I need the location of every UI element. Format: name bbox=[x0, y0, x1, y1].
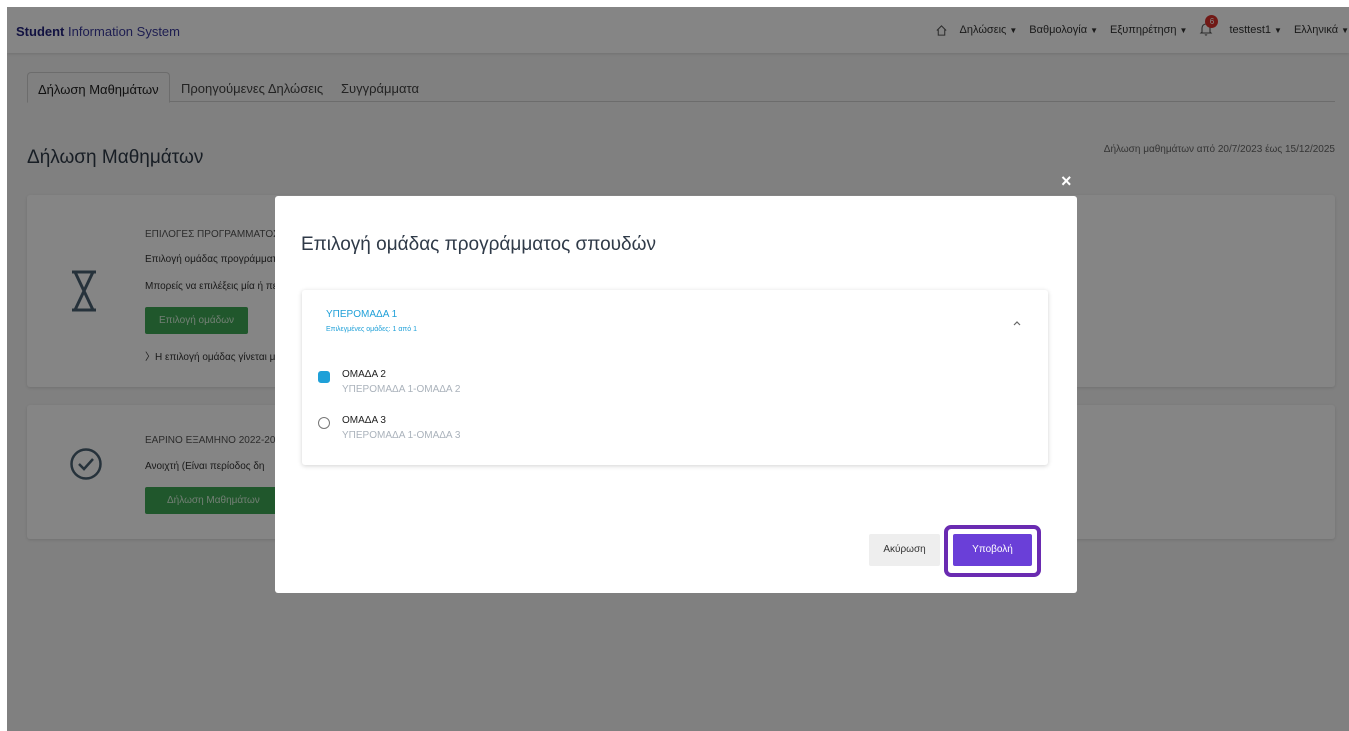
checkbox-unchecked[interactable] bbox=[318, 417, 330, 429]
app-frame: Student Information System Δηλώσεις ▼ Βαθ… bbox=[7, 7, 1349, 731]
option-sublabel: ΥΠΕΡΟΜΑΔΑ 1-ΟΜΑΔΑ 2 bbox=[342, 384, 461, 395]
group-selected-count: Επιλεγμένες ομάδες: 1 από 1 bbox=[326, 326, 417, 333]
cancel-button[interactable]: Ακύρωση bbox=[869, 534, 940, 566]
chevron-up-icon[interactable] bbox=[1012, 315, 1022, 326]
modal-title: Επιλογή ομάδας προγράμματος σπουδών bbox=[301, 234, 656, 255]
group-title[interactable]: ΥΠΕΡΟΜΑΔΑ 1 bbox=[326, 309, 397, 320]
select-group-modal: Επιλογή ομάδας προγράμματος σπουδών ΥΠΕΡ… bbox=[275, 196, 1077, 593]
close-icon[interactable]: × bbox=[1061, 171, 1072, 192]
group-panel: ΥΠΕΡΟΜΑΔΑ 1 Επιλεγμένες ομάδες: 1 από 1 … bbox=[302, 290, 1048, 465]
option-sublabel: ΥΠΕΡΟΜΑΔΑ 1-ΟΜΑΔΑ 3 bbox=[342, 430, 461, 441]
submit-button[interactable]: Υποβολή bbox=[953, 534, 1032, 566]
option-label: ΟΜΑΔΑ 2 bbox=[342, 369, 386, 380]
checkbox-checked[interactable] bbox=[318, 371, 330, 383]
option-label: ΟΜΑΔΑ 3 bbox=[342, 415, 386, 426]
